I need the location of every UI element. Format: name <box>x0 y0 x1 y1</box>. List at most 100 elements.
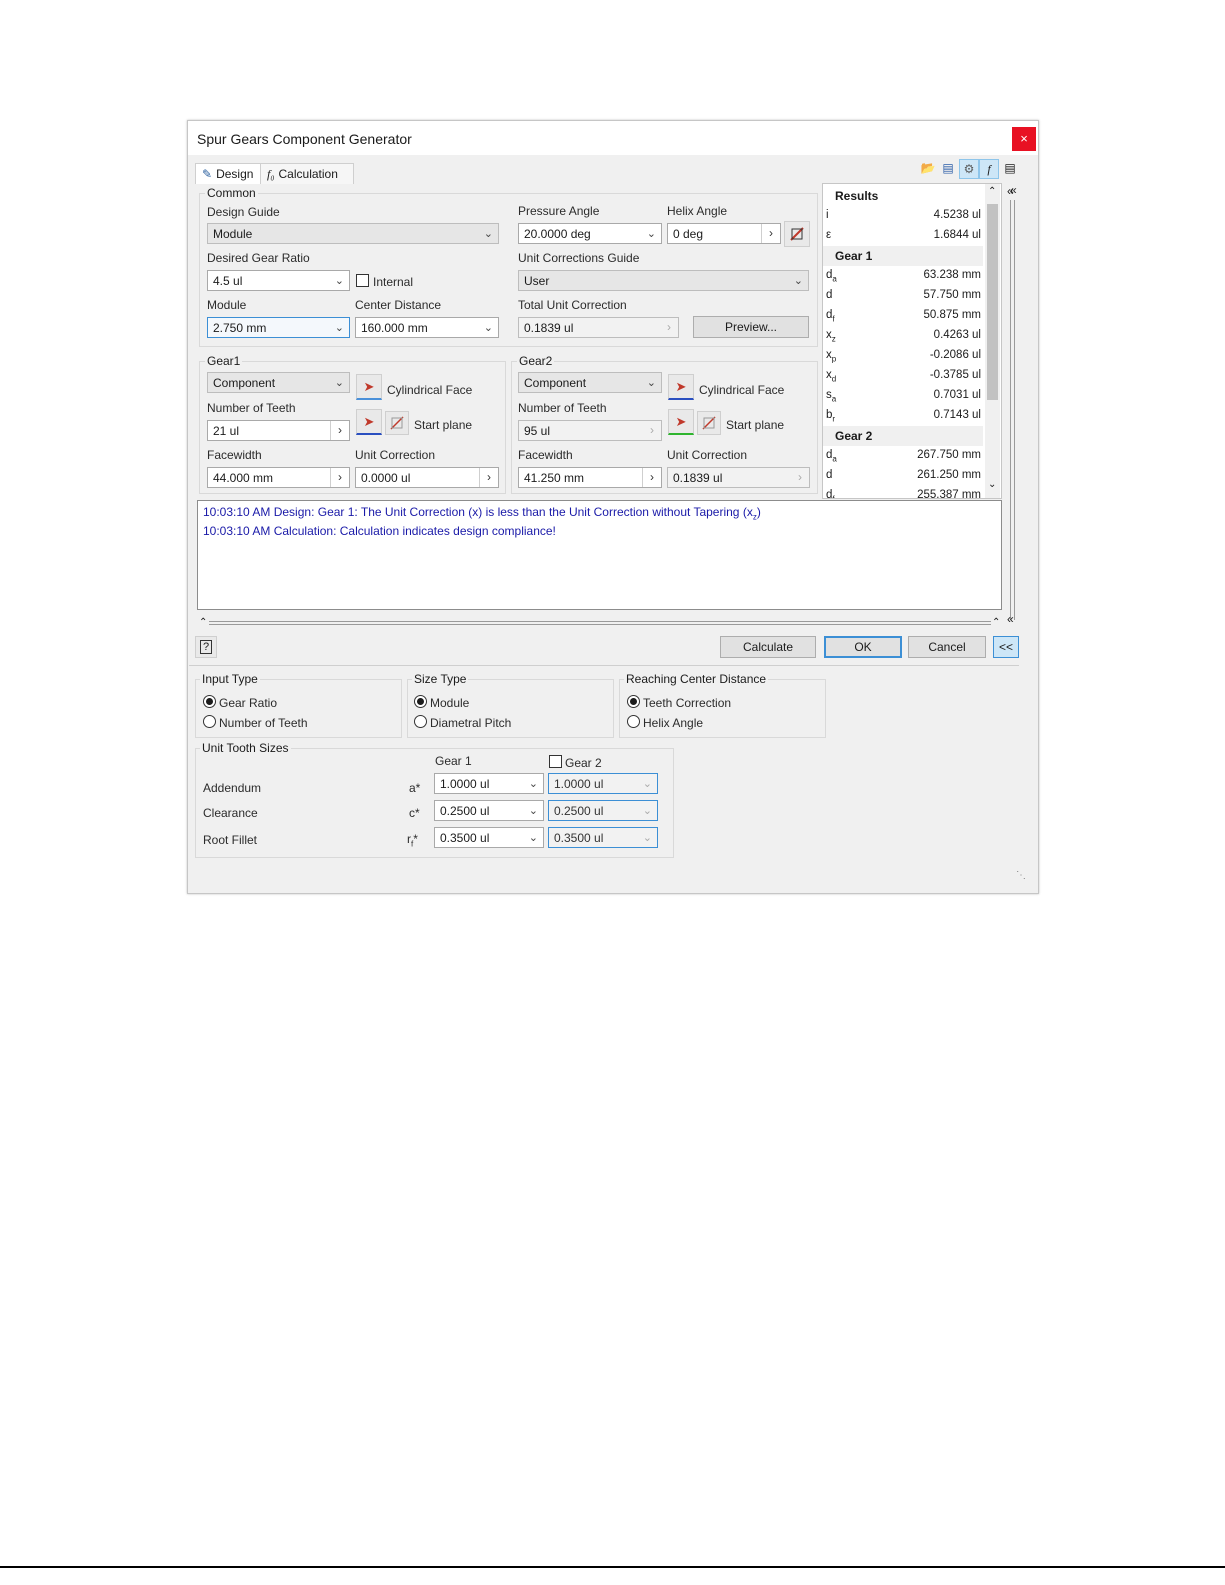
scroll-up-icon[interactable]: ⌃ <box>988 186 996 197</box>
design-tab-icon: ✎ <box>202 167 213 181</box>
expand-up-icon[interactable]: ⌃ <box>199 617 207 628</box>
result-symbol: i <box>826 209 829 221</box>
addendum-gear1-select[interactable]: 1.0000 ul ⌄ <box>434 773 544 794</box>
addendum-gear1-value: 1.0000 ul <box>440 777 490 791</box>
open-icon[interactable]: 📂 <box>919 159 937 177</box>
formula-icon[interactable]: f <box>979 159 999 179</box>
result-value: 261.250 mm <box>917 469 981 481</box>
gear1-type-select[interactable]: Component ⌄ <box>207 372 350 393</box>
gear2-cylindrical-face-pick[interactable]: ➤ <box>668 374 694 400</box>
expand-arrow-icon[interactable]: › <box>761 224 780 243</box>
clearance-label: Clearance <box>203 806 258 820</box>
results-gear2-label: Gear 2 <box>835 429 873 443</box>
gear2-flip-button[interactable] <box>697 411 721 435</box>
gear1-cylindrical-face-pick[interactable]: ➤ <box>356 374 382 400</box>
unit-corrections-guide-label: Unit Corrections Guide <box>518 251 640 265</box>
gear-ratio-radio[interactable] <box>203 695 216 708</box>
common-group-label: Common <box>205 186 258 200</box>
gear2-enable-checkbox[interactable] <box>549 755 562 768</box>
resize-grip-icon[interactable]: ⋱ <box>1016 870 1026 881</box>
vertical-splitter[interactable] <box>1010 200 1011 620</box>
collapse-results-icon-bottom[interactable]: « <box>1007 612 1014 626</box>
options-icon[interactable]: ⚙ <box>959 159 979 179</box>
tab-calculation[interactable]: f₀ Calculation <box>260 163 354 184</box>
report-icon[interactable]: ▤ <box>1001 159 1019 177</box>
number-of-teeth-radio-label: Number of Teeth <box>219 716 308 730</box>
helix-angle-flip-button[interactable] <box>784 221 810 247</box>
gear2-unit-correction-value: 0.1839 ul <box>673 471 723 485</box>
tab-calculation-label: Calculation <box>278 167 338 181</box>
gear2-teeth-value: 95 ul <box>524 424 551 438</box>
diametral-pitch-radio[interactable] <box>414 715 427 728</box>
ok-button[interactable]: OK <box>824 636 902 658</box>
module-radio[interactable] <box>414 695 427 708</box>
result-symbol: sa <box>826 389 837 404</box>
result-symbol: df <box>826 309 835 324</box>
title-bar: Spur Gears Component Generator × <box>188 121 1038 155</box>
gear1-facewidth-field[interactable]: 44.000 mm › <box>207 467 350 488</box>
result-symbol: xp <box>826 349 837 364</box>
chevron-down-icon: ⌄ <box>334 275 344 287</box>
design-guide-label: Design Guide <box>207 205 280 219</box>
results-gear1-label: Gear 1 <box>835 249 873 263</box>
unit-corrections-guide-select[interactable]: User ⌄ <box>518 270 809 291</box>
center-distance-select[interactable]: 160.000 mm ⌄ <box>355 317 499 338</box>
number-of-teeth-radio[interactable] <box>203 715 216 728</box>
gear2-type-select[interactable]: Component ⌄ <box>518 372 662 393</box>
addendum-gear2-select: 1.0000 ul ⌄ <box>548 773 658 794</box>
result-value: 1.6844 ul <box>933 229 981 241</box>
chevron-down-icon: ⌄ <box>793 275 803 287</box>
result-symbol: d <box>826 289 833 301</box>
options-divider <box>189 665 1019 666</box>
result-row-xd: xd -0.3785 ul <box>823 366 983 386</box>
clearance-gear1-select[interactable]: 0.2500 ul ⌄ <box>434 800 544 821</box>
reaching-center-distance-label: Reaching Center Distance <box>624 672 769 686</box>
module-select[interactable]: 2.750 mm ⌄ <box>207 317 350 338</box>
pressure-angle-label: Pressure Angle <box>518 204 600 218</box>
gear1-start-plane-pick[interactable]: ➤ <box>356 409 382 435</box>
result-row-gear2-d: d 261.250 mm <box>823 466 983 486</box>
root-fillet-gear2-select: 0.3500 ul ⌄ <box>548 827 658 848</box>
close-button[interactable]: × <box>1012 127 1036 151</box>
root-fillet-label: Root Fillet <box>203 833 258 847</box>
gear2-facewidth-field[interactable]: 41.250 mm › <box>518 467 662 488</box>
preview-button[interactable]: Preview... <box>693 316 809 338</box>
page-bottom-rule <box>0 1566 1225 1568</box>
cancel-button[interactable]: Cancel <box>908 636 986 658</box>
chevron-down-icon: ⌄ <box>642 832 652 844</box>
scrollbar-thumb[interactable] <box>987 204 998 400</box>
gear1-flip-button[interactable] <box>385 411 409 435</box>
collapse-options-button[interactable]: << <box>993 636 1019 658</box>
results-collapse-icon[interactable]: « <box>1007 184 1014 198</box>
pressure-angle-select[interactable]: 20.0000 deg ⌄ <box>518 223 662 244</box>
results-scrollbar[interactable]: ⌃ ⌄ <box>985 184 1000 498</box>
expand-arrow-icon[interactable]: › <box>330 421 349 440</box>
design-guide-select[interactable]: Module ⌄ <box>207 223 499 244</box>
teeth-correction-radio[interactable] <box>627 695 640 708</box>
chevron-down-icon: ⌄ <box>483 322 493 334</box>
calculate-button[interactable]: Calculate <box>720 636 816 658</box>
gear1-unit-correction-field[interactable]: 0.0000 ul › <box>355 467 499 488</box>
scroll-down-icon[interactable]: ⌄ <box>988 479 996 490</box>
chevron-down-icon: ⌄ <box>528 805 538 817</box>
chevron-down-icon: ⌄ <box>334 322 344 334</box>
result-symbol: xd <box>826 369 837 384</box>
gear1-teeth-field[interactable]: 21 ul › <box>207 420 350 441</box>
internal-checkbox[interactable] <box>356 274 369 287</box>
save-icon[interactable]: ▤ <box>939 159 957 177</box>
helix-angle-radio[interactable] <box>627 715 640 728</box>
result-row-gear2-df: df 255.387 mm <box>823 486 983 498</box>
result-symbol: xz <box>826 329 836 344</box>
horizontal-splitter[interactable] <box>209 621 991 625</box>
root-fillet-gear1-select[interactable]: 0.3500 ul ⌄ <box>434 827 544 848</box>
gear-ratio-select[interactable]: 4.5 ul ⌄ <box>207 270 350 291</box>
expand-arrow-icon[interactable]: › <box>642 468 661 487</box>
gear2-start-plane-pick[interactable]: ➤ <box>668 409 694 435</box>
expand-up-icon-right[interactable]: ⌃ <box>992 617 1000 628</box>
unit-tooth-sizes-label: Unit Tooth Sizes <box>200 741 291 755</box>
help-button[interactable]: ? <box>195 636 217 658</box>
expand-arrow-icon[interactable]: › <box>330 468 349 487</box>
root-fillet-gear1-value: 0.3500 ul <box>440 831 490 845</box>
helix-angle-field[interactable]: 0 deg › <box>667 223 781 244</box>
expand-arrow-icon[interactable]: › <box>479 468 498 487</box>
